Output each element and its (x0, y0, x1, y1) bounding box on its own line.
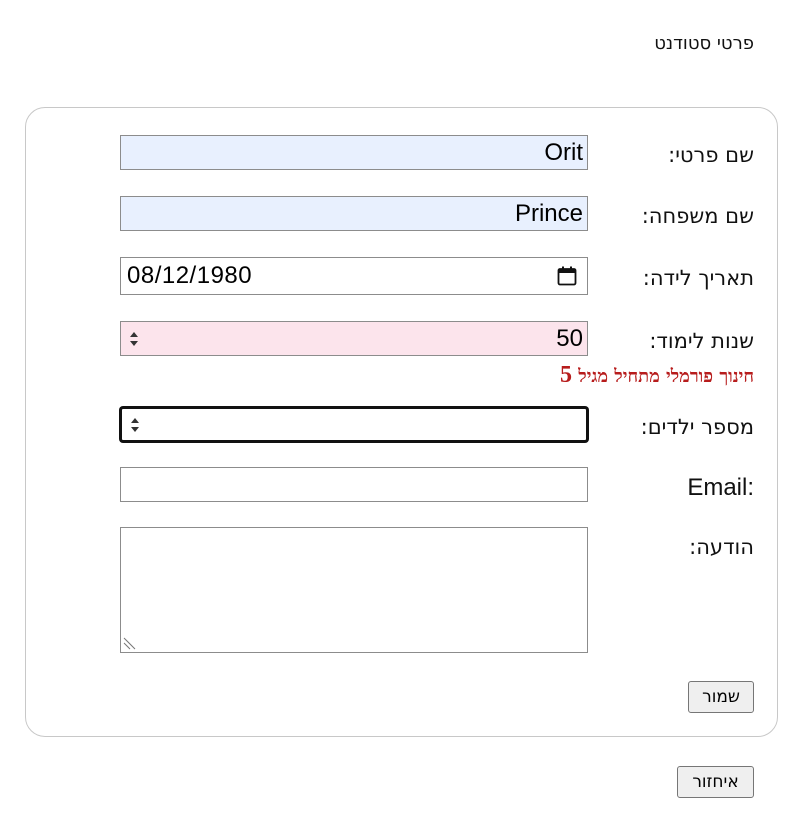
message-textarea[interactable] (120, 527, 588, 653)
birth-date-label: תאריך לידה: (642, 266, 754, 290)
birth-date-input[interactable]: 08/12/1980 (120, 257, 588, 295)
study-years-label: שנות לימוד: (649, 329, 754, 353)
birth-date-value: 08/12/1980 (127, 262, 253, 289)
message-label: הודעה: (689, 535, 754, 559)
student-details-page: פרטי סטודנט שם פרטי: Orit שם משפחה: Prin… (0, 0, 807, 828)
spinner-icon[interactable] (127, 328, 141, 350)
children-count-label: מספר ילדים: (640, 415, 754, 439)
spinner-icon[interactable] (128, 414, 142, 436)
first-name-input[interactable]: Orit (120, 135, 588, 170)
study-years-error: חינוך פורמלי מתחיל מגיל 5 (560, 362, 754, 389)
email-input[interactable] (120, 467, 588, 502)
first-name-label: שם פרטי: (668, 143, 754, 167)
page-title: פרטי סטודנט (654, 33, 754, 54)
save-button[interactable]: שמור (688, 681, 754, 713)
first-name-value: Orit (544, 138, 583, 166)
study-years-value: 50 (556, 324, 583, 352)
last-name-value: Prince (514, 199, 583, 227)
calendar-icon[interactable] (557, 266, 577, 286)
study-years-error-number: 5 (560, 362, 572, 388)
children-count-input[interactable] (120, 407, 588, 442)
back-button[interactable]: איחזור (677, 766, 754, 798)
study-years-error-text: חינוך פורמלי מתחיל מגיל (578, 366, 754, 387)
resize-grip-icon[interactable] (123, 636, 137, 650)
last-name-label: שם משפחה: (641, 204, 754, 228)
study-years-input[interactable]: 50 (120, 321, 588, 356)
email-label: :Email (687, 474, 754, 501)
last-name-input[interactable]: Prince (120, 196, 588, 231)
